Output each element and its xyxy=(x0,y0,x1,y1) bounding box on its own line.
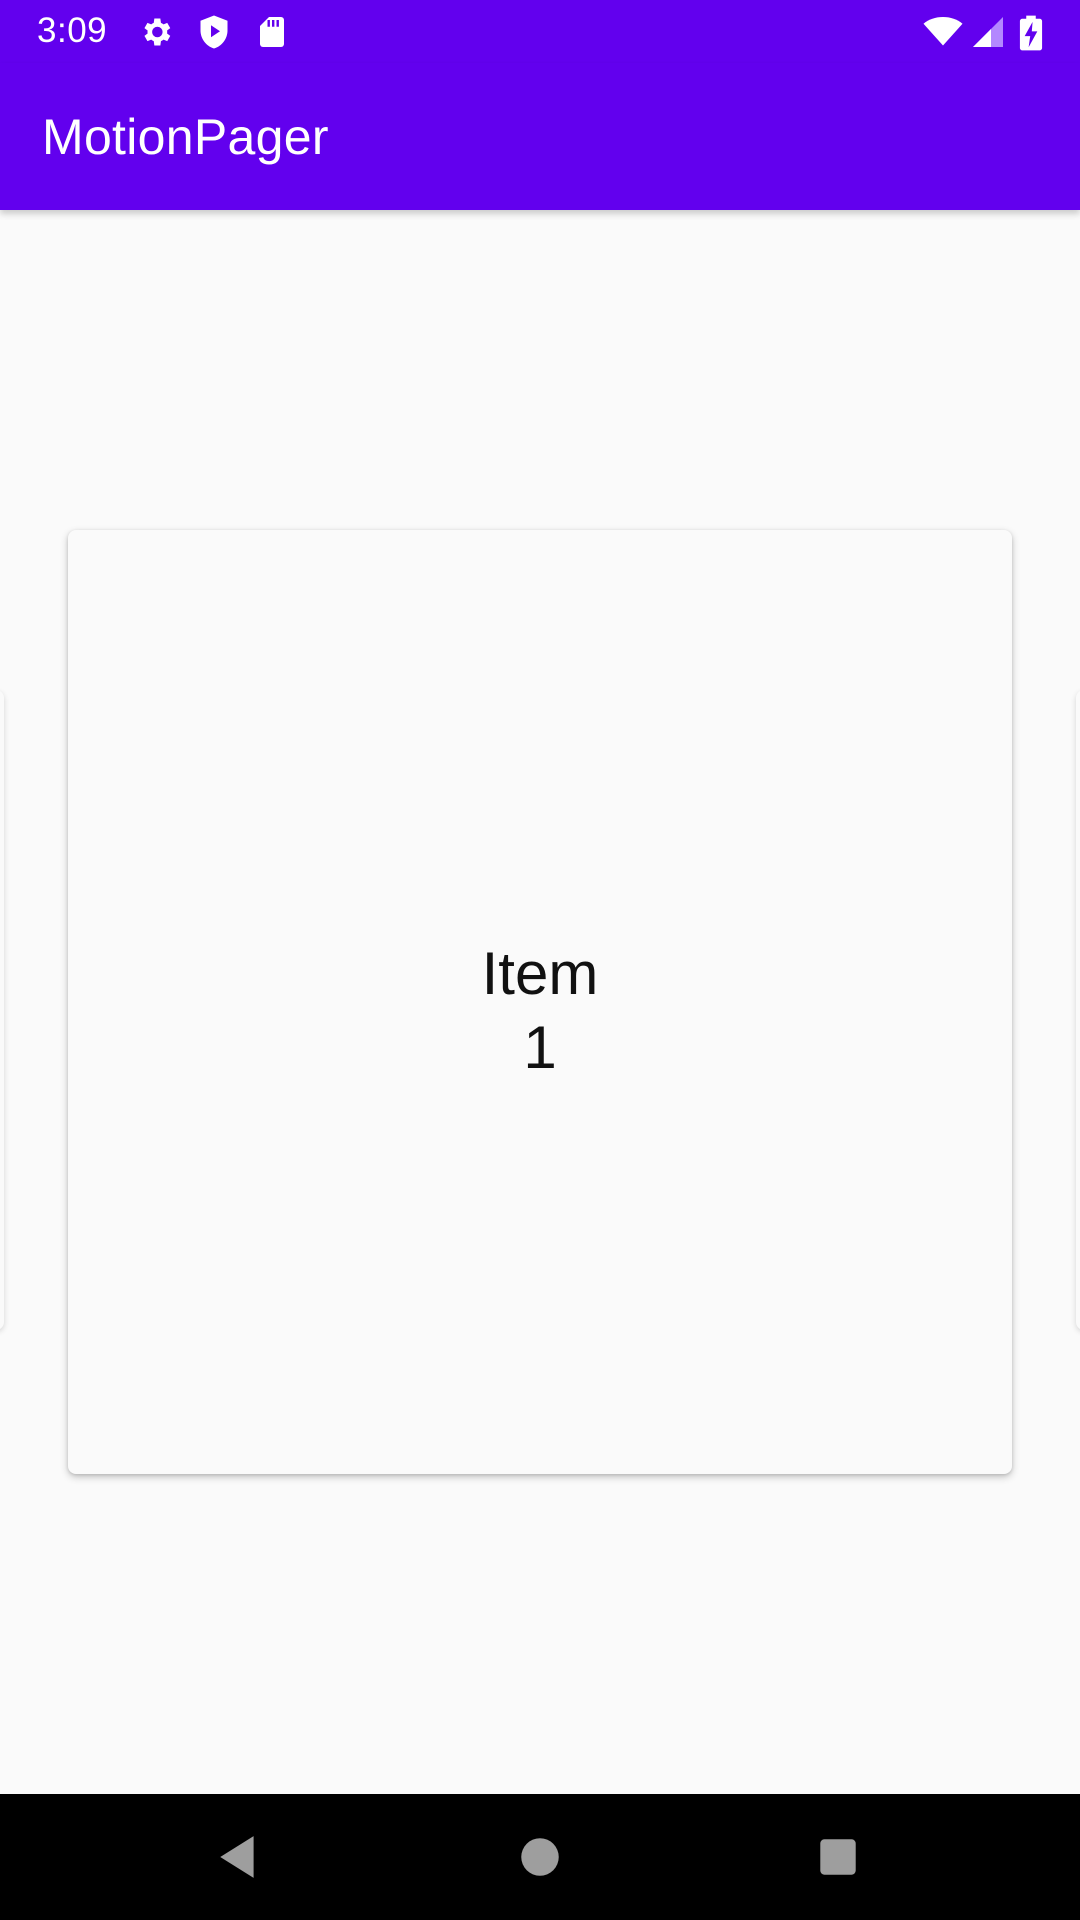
status-time: 3:09 xyxy=(37,11,108,50)
wifi-icon xyxy=(922,14,964,50)
item-label: Item xyxy=(481,940,599,1007)
settings-icon xyxy=(138,14,174,50)
item-number: 1 xyxy=(523,1014,557,1081)
navigation-bar xyxy=(0,1794,1080,1920)
status-bar: 3:09 xyxy=(0,0,1080,63)
shield-play-icon xyxy=(196,14,232,50)
pager-card-text: Item 1 xyxy=(450,937,630,1085)
motion-pager[interactable]: Item 1 xyxy=(0,210,1080,1794)
app-bar: MotionPager xyxy=(0,63,1080,210)
next-page-card[interactable] xyxy=(1076,690,1080,1330)
sd-card-icon xyxy=(254,14,290,50)
signal-icon xyxy=(970,14,1006,50)
battery-charging-icon xyxy=(1016,14,1046,51)
back-icon[interactable] xyxy=(214,1832,264,1882)
previous-page-card[interactable] xyxy=(0,690,4,1330)
app-title: MotionPager xyxy=(42,109,329,165)
screen: 3:09 MotionPager Item 1 xyxy=(0,0,1080,1920)
pager-card-current[interactable]: Item 1 xyxy=(68,530,1012,1474)
recents-icon[interactable] xyxy=(813,1832,863,1882)
home-icon[interactable] xyxy=(515,1832,565,1882)
